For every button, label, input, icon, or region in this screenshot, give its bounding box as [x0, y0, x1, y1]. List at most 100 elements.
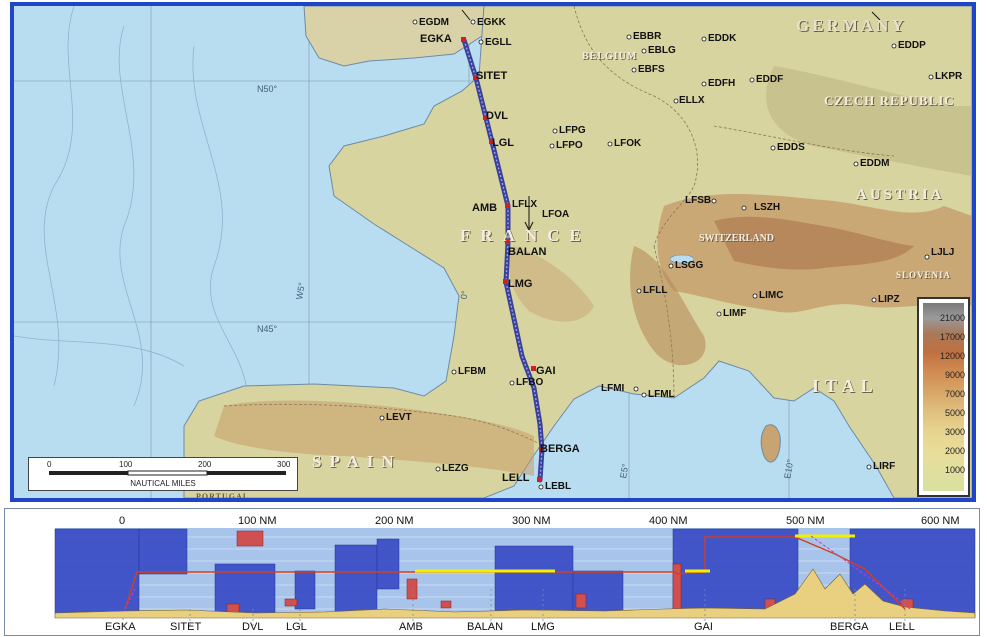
legend-tick: 1000 [944, 465, 965, 475]
waypoint-marker[interactable] [505, 203, 510, 208]
country-austria: AUSTRIA [856, 187, 945, 203]
airport-label[interactable]: LKPR [935, 72, 962, 82]
scale-tick: 300 [277, 460, 291, 469]
country-portugal: PORTUGAL [196, 492, 250, 501]
airport-label[interactable]: LIMF [723, 309, 746, 319]
altitude-label: 10000 ft [9, 548, 49, 560]
nm-label: 400 NM [649, 515, 688, 527]
airport-label[interactable]: EDDF [756, 75, 783, 85]
nm-label: 0 [119, 515, 126, 527]
profile-waypoint-label[interactable]: LMG [531, 621, 555, 633]
waypoint-marker[interactable] [461, 37, 466, 42]
airport-label[interactable]: EGKA [420, 34, 452, 45]
airport-label[interactable]: ELLX [679, 96, 705, 106]
profile-waypoint-label[interactable]: LELL [889, 621, 915, 633]
airport-label[interactable]: LEVT [386, 413, 412, 423]
airport-label[interactable]: LFML [648, 390, 675, 400]
altitude-label: 8000 ft [9, 560, 43, 572]
airport-label[interactable]: EBBR [633, 32, 661, 42]
waypoint-label[interactable]: BALAN [508, 247, 547, 258]
coord-n45: N45° [257, 324, 278, 334]
airport-label[interactable]: LIMC [759, 291, 783, 301]
altitude-label: 4000 ft [9, 584, 43, 596]
nm-label: 100 NM [238, 515, 277, 527]
airport-label[interactable]: LEZG [442, 464, 469, 474]
scale-tick: 200 [198, 460, 212, 469]
profile-waypoint-label[interactable]: SITET [170, 621, 201, 633]
nm-label: 600 NM [921, 515, 960, 527]
waypoint-label[interactable]: DVL [486, 111, 508, 122]
legend-tick: 7000 [944, 389, 965, 399]
airport-label[interactable]: EDDP [898, 41, 926, 51]
airport-label[interactable]: EBLG [648, 46, 676, 56]
country-france: FRANCE [460, 226, 591, 245]
airport-label[interactable]: LFMI [601, 384, 624, 394]
profile-waypoint-label[interactable]: AMB [399, 621, 423, 633]
scale-title: NAUTICAL MILES [130, 479, 196, 488]
waypoint-label[interactable]: GAI [536, 366, 556, 377]
airport-label[interactable]: LFBM [458, 367, 486, 377]
country-switzerland: SWITZERLAND [699, 233, 775, 244]
scale-tick: 100 [119, 460, 133, 469]
profile-waypoint-label[interactable]: LGL [286, 621, 307, 633]
waypoint-label[interactable]: LGL [492, 138, 514, 149]
airport-label[interactable]: EDDK [708, 34, 736, 44]
coord-n50: N50° [257, 84, 278, 94]
legend-tick: 12000 [939, 351, 965, 361]
airport-label[interactable]: LFSB [685, 196, 711, 206]
airport-label[interactable]: LIRF [873, 462, 895, 472]
profile-waypoint-label[interactable]: BERGA [830, 621, 869, 633]
legend-tick: 2000 [944, 446, 965, 456]
airport-label[interactable]: LSGG [675, 261, 703, 271]
nm-label: 200 NM [375, 515, 414, 527]
airport-label[interactable]: LFPG [559, 126, 586, 136]
altitude-label: 6000 ft [9, 572, 43, 584]
waypoint-label[interactable]: BERGA [540, 444, 580, 455]
country-belgium: BELGIUM [582, 51, 638, 62]
legend-tick: 9000 [944, 370, 965, 380]
airport-label[interactable]: LFOK [614, 139, 641, 149]
vertical-profile[interactable]: 0 100 NM 200 NM 300 NM 400 NM 500 NM 600… [4, 508, 980, 636]
map-view[interactable]: GERMANY BELGIUM CZECH REPUBLIC AUSTRIA S… [10, 2, 976, 502]
airport-label[interactable]: EGKK [477, 18, 506, 28]
country-germany: GERMANY [796, 16, 907, 35]
airport-label[interactable]: EDDS [777, 143, 805, 153]
airport-label[interactable]: EDDM [860, 159, 889, 169]
altitude-label: 12000 ft [9, 536, 49, 548]
airport-label[interactable]: LFBO [516, 378, 543, 388]
profile-waypoint-label[interactable]: DVL [242, 621, 263, 633]
country-spain: SPAIN [312, 452, 402, 471]
airport-label[interactable]: LFOA [542, 210, 569, 220]
legend-tick: 17000 [939, 332, 965, 342]
waypoint-label[interactable]: AMB [472, 203, 497, 214]
nm-label: 500 NM [786, 515, 825, 527]
profile-waypoint-label[interactable]: GAI [694, 621, 713, 633]
airport-label[interactable]: LFLL [643, 286, 667, 296]
scale-bar: 0 100 200 300 NAUTICAL MILES [28, 457, 298, 491]
coord-e0: 0° [458, 289, 470, 301]
airport-label[interactable]: EBFS [638, 65, 665, 75]
waypoint-marker[interactable] [537, 477, 542, 482]
profile-waypoint-label[interactable]: EGKA [105, 621, 136, 633]
country-czech: CZECH REPUBLIC [824, 93, 955, 108]
waypoint-label[interactable]: LELL [502, 473, 530, 484]
profile-waypoint-label[interactable]: BALAN [467, 621, 503, 633]
airport-label[interactable]: EGLL [485, 38, 512, 48]
waypoint-label[interactable]: SITET [476, 71, 507, 82]
airport-label[interactable]: LFPO [556, 141, 583, 151]
airport-label[interactable]: LSZH [754, 203, 780, 213]
airport-label[interactable]: EGDM [419, 18, 449, 28]
scale-tick: 0 [47, 460, 52, 469]
airport-label[interactable]: LJLJ [931, 248, 954, 258]
airport-label[interactable]: LFLX [512, 200, 537, 210]
legend-tick: 21000 [939, 313, 965, 323]
airport-label[interactable]: EDFH [708, 79, 735, 89]
waypoint-label[interactable]: LMG [508, 279, 532, 290]
legend-tick: 5000 [944, 408, 965, 418]
airport-label[interactable]: LIPZ [878, 295, 900, 305]
elevation-legend: 21000 17000 12000 9000 7000 5000 3000 20… [917, 297, 970, 497]
altitude-label: OnRte [9, 607, 38, 618]
country-italy: ITAL [812, 376, 879, 396]
legend-tick: 3000 [944, 427, 965, 437]
airport-label[interactable]: LEBL [545, 482, 571, 492]
